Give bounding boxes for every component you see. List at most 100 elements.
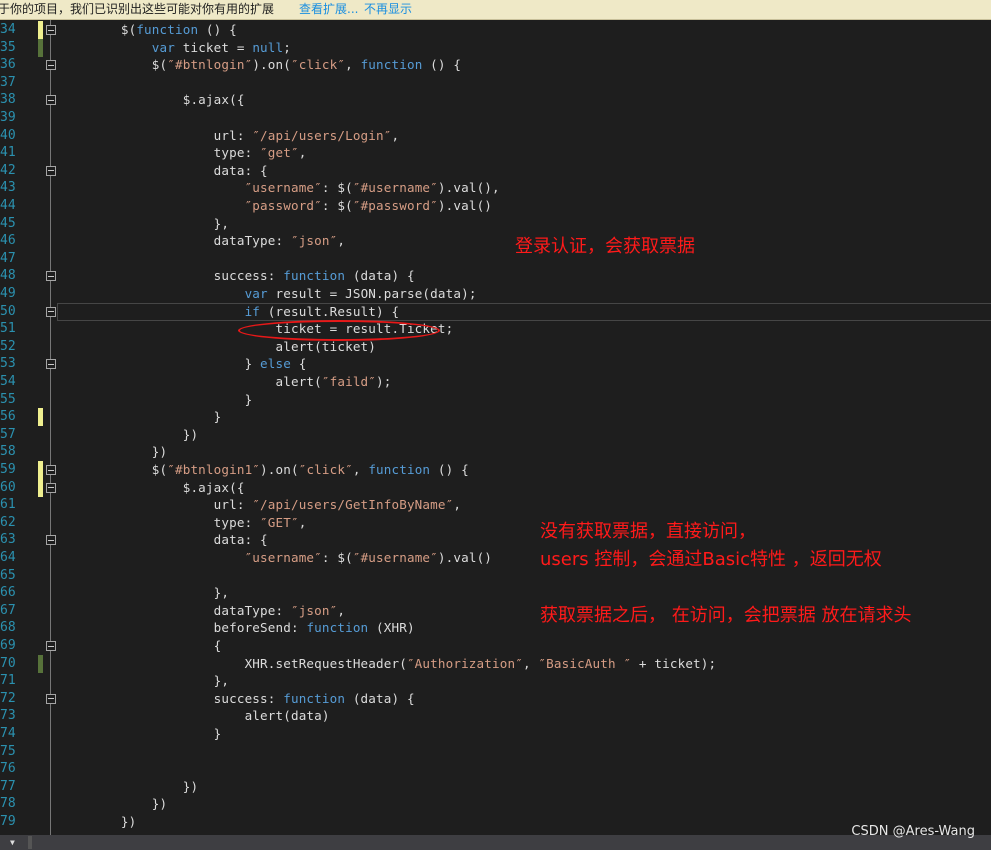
annotation-with-ticket: 获取票据之后， 在访问，会把票据 放在请求头 [540,605,912,626]
line-number: 62 [0,514,16,530]
code-line[interactable]: 69 { [0,637,991,655]
code-line[interactable]: 47 [0,250,991,268]
code-line[interactable]: 75 [0,743,991,761]
code-text: } else { [59,356,307,372]
collapse-icon[interactable] [46,165,56,176]
red-ellipse-highlight [238,320,440,341]
code-text: }) [59,778,199,794]
line-number: 42 [0,162,16,178]
line-number: 52 [0,338,16,354]
code-line[interactable]: 49 var result = JSON.parse(data); [0,285,991,303]
code-line[interactable]: 66 }, [0,584,991,602]
collapse-icon[interactable] [46,25,56,35]
code-line[interactable]: 44 ″password″: $(″#password″).val() [0,197,991,215]
collapse-icon[interactable] [46,535,56,546]
code-line[interactable]: 73 alert(data) [0,707,991,725]
code-line[interactable]: 60 $.ajax({ [0,478,991,497]
code-line[interactable]: 51 ticket = result.Ticket; [0,320,991,338]
code-line[interactable]: 38 $.ajax({ [0,91,991,109]
collapse-icon[interactable] [46,641,56,651]
code-text: ″username″: $(″#username″).val() [244,550,493,565]
dropdown-arrow-icon[interactable]: ▼ [10,838,15,847]
code-line[interactable]: 62 type: ″GET″, [0,514,991,532]
code-line[interactable]: 76 [0,760,991,778]
code-text: type: ″GET″, [59,514,307,530]
line-number: 45 [0,215,16,231]
view-extensions-link[interactable]: 查看扩展... [299,0,358,18]
code-line[interactable]: 34 $(function () { [0,21,991,39]
collapse-icon[interactable] [46,359,56,370]
line-number: 68 [0,620,16,636]
line-number: 66 [0,585,16,601]
code-line[interactable]: 45 }, [0,215,991,233]
line-number: 57 [0,426,16,442]
code-line[interactable]: 79 }) [0,813,991,831]
code-text: XHR.setRequestHeader(″Authorization″, ″B… [59,655,717,671]
annotation-login: 登录认证，会获取票据 [515,236,695,257]
code-text: alert(″faild″); [59,374,392,389]
line-number: 34 [0,22,16,37]
code-text: alert(data) [59,708,330,724]
annotation-no-ticket-1: 没有获取票据，直接访问， [540,521,756,542]
code-line[interactable]: 52 alert(ticket) [0,338,991,356]
line-number: 77 [0,778,16,794]
code-text: if (result.Result) { [244,303,400,319]
code-text: $(″#btnlogin1″).on(″click″, function () … [59,462,469,477]
code-line[interactable]: 41 type: ″get″, [0,144,991,162]
code-line[interactable]: 58 }) [0,443,991,461]
line-number: 47 [0,250,16,266]
code-line[interactable]: 56 } [0,408,991,427]
code-line[interactable]: 39 [0,109,991,127]
code-line[interactable]: 54 alert(″faild″); [0,373,991,391]
code-line[interactable]: 72 success: function (data) { [0,690,991,708]
collapse-icon[interactable] [46,693,56,704]
code-line[interactable]: 78 }) [0,795,991,813]
code-line[interactable]: 59 $(″#btnlogin1″).on(″click″, function … [0,461,991,479]
code-line[interactable]: 61 url: ″/api/users/GetInfoByName″, [0,496,991,514]
collapse-icon[interactable] [46,465,56,475]
code-line[interactable]: 50 if (result.Result) { [0,302,991,321]
code-text: }, [59,585,230,601]
code-line[interactable]: 37 [0,74,991,92]
code-line[interactable]: 77 }) [0,778,991,796]
collapse-icon[interactable] [46,60,56,71]
line-number: 53 [0,356,16,372]
code-line[interactable]: 40 url: ″/api/users/Login″, [0,127,991,145]
line-number: 65 [0,567,16,583]
code-line[interactable]: 43 ″username″: $(″#username″).val(), [0,179,991,197]
collapse-icon[interactable] [46,306,56,317]
code-line[interactable]: 42 data: { [0,162,991,180]
editor-bottom-bar: ▼ [0,835,991,850]
line-number: 63 [0,532,16,548]
code-text: } [59,726,222,741]
code-text: $.ajax({ [59,92,245,108]
code-line[interactable]: 36 $(″#btnlogin″).on(″click″, function (… [0,56,991,74]
line-number: 60 [0,479,16,495]
change-marker [38,38,43,57]
code-line[interactable]: 74 } [0,725,991,743]
line-number: 39 [0,110,16,125]
line-number: 50 [0,303,16,319]
line-number: 72 [0,690,16,706]
watermark: CSDN @Ares-Wang [851,824,975,839]
code-line[interactable]: 46 dataType: ″json″, [0,232,991,250]
collapse-icon[interactable] [46,95,56,106]
change-marker [38,654,43,673]
code-line[interactable]: 57 }) [0,426,991,444]
code-line[interactable]: 71 }, [0,672,991,690]
collapse-icon[interactable] [46,271,56,282]
code-line[interactable]: 53 } else { [0,355,991,373]
code-line[interactable]: 55 } [0,391,991,409]
change-marker [38,478,43,497]
dont-show-again-link[interactable]: 不再显示 [364,0,412,18]
code-line[interactable]: 70 XHR.setRequestHeader(″Authorization″,… [0,654,991,673]
code-line[interactable]: 35 var ticket = null; [0,38,991,57]
line-number: 64 [0,550,16,565]
horizontal-scrollbar[interactable] [28,836,32,849]
line-number: 41 [0,145,16,161]
code-line[interactable]: 48 success: function (data) { [0,267,991,285]
code-editor[interactable]: 34 $(function () {35 var ticket = null; 3… [0,20,991,835]
collapse-icon[interactable] [46,482,56,493]
line-number: 40 [0,127,16,143]
line-number: 73 [0,708,16,724]
